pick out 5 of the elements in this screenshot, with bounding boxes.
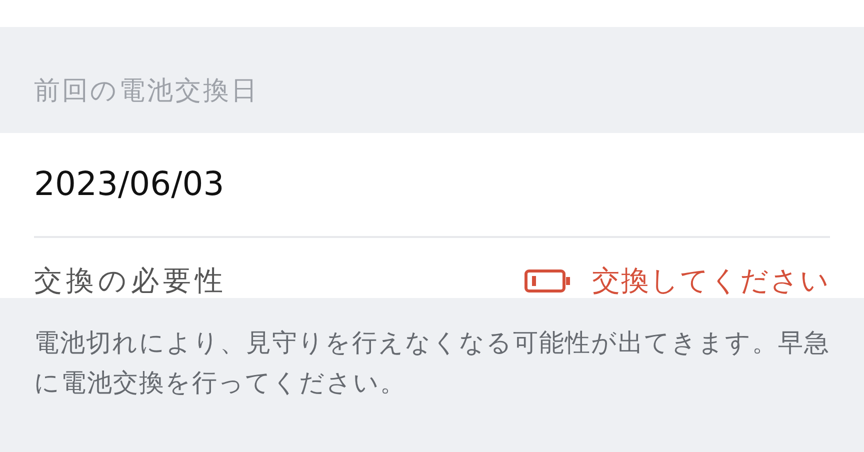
status-text: 交換してください — [592, 264, 830, 298]
section-header: 前回の電池交換日 — [34, 76, 259, 106]
note-text: 電池切れにより、見守りを行えなくなる可能性が出てきます。早急に電池交換を行ってください。 — [34, 327, 831, 399]
row-label: 交換の必要性 — [34, 264, 227, 298]
date-value: 2023/06/03 — [34, 164, 224, 203]
